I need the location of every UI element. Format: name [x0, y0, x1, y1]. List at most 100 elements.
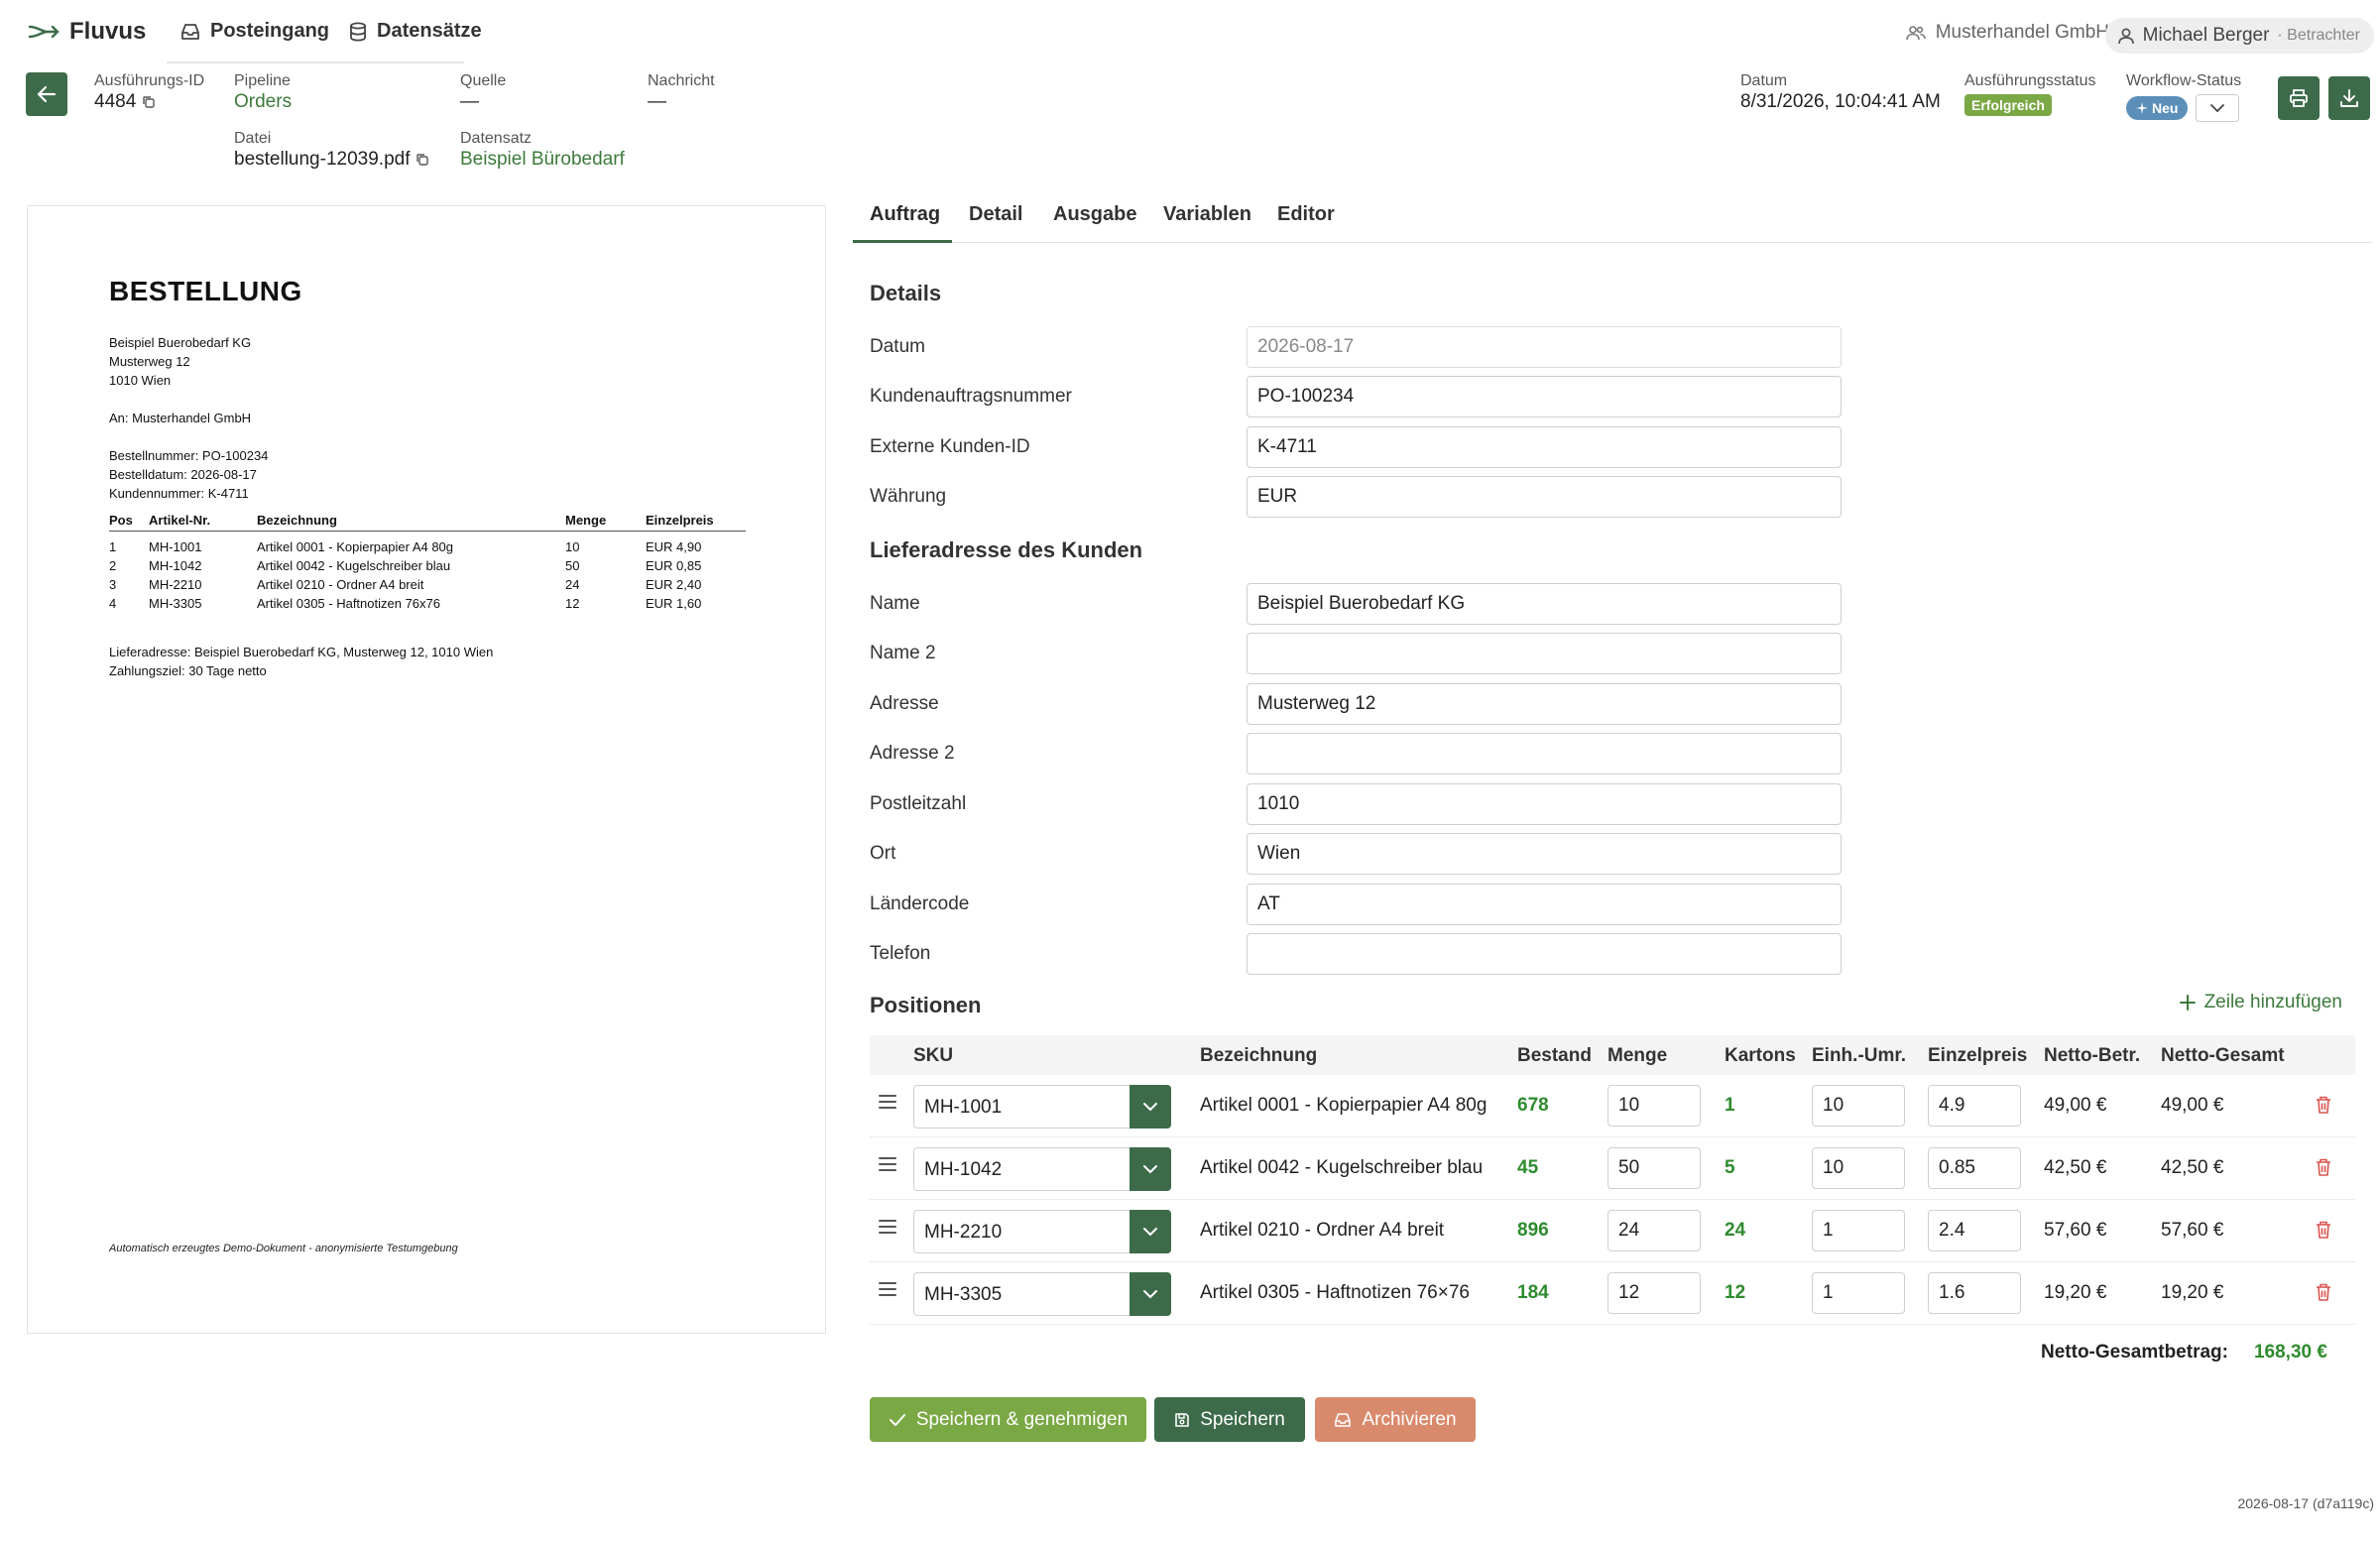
- trash-icon[interactable]: [2315, 1220, 2332, 1240]
- document-row: 1 MH-1001 Artikel 0001 - Kopierpapier A4 8…: [109, 539, 702, 554]
- arrow-left-icon: [37, 85, 57, 103]
- sku-select[interactable]: MH-1001: [913, 1085, 1171, 1129]
- name2-field[interactable]: [1247, 633, 1842, 674]
- date-field[interactable]: [1247, 326, 1842, 368]
- copy-icon[interactable]: [142, 95, 156, 109]
- archive-button[interactable]: Archivieren: [1315, 1397, 1476, 1442]
- trash-icon[interactable]: [2315, 1282, 2332, 1302]
- nav-datasets-label: Datensätze: [377, 20, 482, 42]
- unit-price-input[interactable]: [1928, 1210, 2021, 1251]
- dataset-link[interactable]: Beispiel Bürobedarf: [460, 148, 625, 172]
- document-col-header: Bezeichnung: [257, 509, 565, 532]
- nav-inbox[interactable]: Posteingang: [180, 20, 329, 43]
- company-switcher[interactable]: Musterhandel GmbH: [1905, 22, 2109, 44]
- field-row-currency: Währung: [870, 476, 1842, 518]
- drag-handle-icon[interactable]: [878, 1280, 897, 1298]
- tab-order[interactable]: Auftrag: [870, 203, 940, 226]
- sku-select[interactable]: MH-1042: [913, 1147, 1171, 1191]
- net-amount-cell: 42,50 €: [2044, 1157, 2107, 1178]
- name-field[interactable]: [1247, 583, 1842, 625]
- country-code-field[interactable]: [1247, 884, 1842, 925]
- sku-dropdown-button[interactable]: [1130, 1147, 1171, 1191]
- tab-output[interactable]: Ausgabe: [1053, 203, 1136, 226]
- document-title: BESTELLUNG: [109, 276, 302, 306]
- quantity-input[interactable]: [1607, 1147, 1701, 1189]
- save-label: Speichern: [1200, 1408, 1285, 1430]
- message-meta: Nachricht —: [648, 72, 715, 114]
- unit-conversion-input[interactable]: [1812, 1210, 1905, 1251]
- col-header-cartons: Kartons: [1725, 1045, 1796, 1066]
- address-field[interactable]: [1247, 683, 1842, 725]
- user-role: · Betrachter: [2277, 27, 2360, 44]
- trash-icon[interactable]: [2315, 1157, 2332, 1177]
- pipeline-link[interactable]: Orders: [234, 90, 292, 114]
- quantity-input[interactable]: [1607, 1210, 1701, 1251]
- chevron-down-icon: [1142, 1164, 1158, 1174]
- net-amount-cell: 19,20 €: [2044, 1282, 2107, 1303]
- currency-field[interactable]: [1247, 476, 1842, 518]
- unit-conversion-input[interactable]: [1812, 1085, 1905, 1127]
- field-label: Externe Kunden-ID: [870, 436, 1030, 457]
- workflow-status-dropdown[interactable]: [2196, 94, 2240, 122]
- unit-price-input[interactable]: [1928, 1085, 2021, 1127]
- stock-cell: 45: [1517, 1157, 1539, 1178]
- tab-editor[interactable]: Editor: [1277, 203, 1335, 226]
- back-button[interactable]: [26, 72, 67, 116]
- trash-icon[interactable]: [2315, 1095, 2332, 1115]
- customer-id-field[interactable]: [1247, 426, 1842, 468]
- nav-datasets[interactable]: Datensätze: [349, 20, 482, 43]
- cartons-cell: 24: [1725, 1220, 1746, 1241]
- field-label: Adresse: [870, 693, 939, 714]
- sku-dropdown-button[interactable]: [1130, 1085, 1171, 1129]
- quantity-input[interactable]: [1607, 1085, 1701, 1127]
- stock-cell: 678: [1517, 1095, 1549, 1116]
- active-tab-indicator: [853, 240, 952, 243]
- save-approve-button[interactable]: Speichern & genehmigen: [870, 1397, 1146, 1442]
- quantity-input[interactable]: [1607, 1272, 1701, 1314]
- sku-value: MH-3305: [924, 1284, 1003, 1305]
- unit-price-input[interactable]: [1928, 1272, 2021, 1314]
- document-preview[interactable]: BESTELLUNG Beispiel Buerobedarf KG Muste…: [27, 205, 826, 1334]
- unit-conversion-input[interactable]: [1812, 1147, 1905, 1189]
- date-meta: Datum 8/31/2026, 10:04:41 AM: [1740, 72, 1941, 114]
- add-row-button[interactable]: Zeile hinzufügen: [2179, 992, 2342, 1013]
- sparkle-icon: [2136, 102, 2148, 114]
- sku-select[interactable]: MH-2210: [913, 1210, 1171, 1253]
- download-button[interactable]: [2328, 76, 2370, 120]
- pipeline-meta: Pipeline Orders: [234, 72, 292, 114]
- user-menu[interactable]: Michael Berger · Betrachter: [2104, 18, 2374, 54]
- sku-select[interactable]: MH-3305: [913, 1272, 1171, 1316]
- city-field[interactable]: [1247, 833, 1842, 875]
- postal-code-field[interactable]: [1247, 783, 1842, 825]
- drag-handle-icon[interactable]: [878, 1093, 897, 1111]
- tab-variables[interactable]: Variablen: [1163, 203, 1251, 226]
- app-logo[interactable]: Fluvus: [28, 18, 146, 46]
- drag-handle-icon[interactable]: [878, 1218, 897, 1236]
- unit-price-input[interactable]: [1928, 1147, 2021, 1189]
- exec-status-label: Ausführungsstatus: [1964, 72, 2096, 89]
- tab-detail[interactable]: Detail: [969, 203, 1022, 226]
- field-label: Ländercode: [870, 893, 970, 914]
- chevron-down-icon: [1142, 1289, 1158, 1299]
- field-label: Adresse 2: [870, 743, 955, 764]
- source-meta: Quelle —: [460, 72, 506, 114]
- col-header-sku: SKU: [913, 1045, 954, 1066]
- net-total-cell: 57,60 €: [2161, 1220, 2224, 1241]
- drag-handle-icon[interactable]: [878, 1155, 897, 1173]
- printer-icon: [2289, 88, 2309, 108]
- archive-label: Archivieren: [1362, 1408, 1457, 1430]
- phone-field[interactable]: [1247, 933, 1842, 975]
- copy-icon[interactable]: [416, 153, 429, 167]
- sku-dropdown-button[interactable]: [1130, 1272, 1171, 1316]
- sku-dropdown-button[interactable]: [1130, 1210, 1171, 1253]
- document-footer: Automatisch erzeugtes Demo-Dokument - an…: [109, 1243, 458, 1254]
- print-button[interactable]: [2278, 76, 2320, 120]
- document-col-header: Artikel-Nr.: [149, 509, 257, 532]
- table-row: MH-1001 Artikel 0001 - Kopierpapier A4 8…: [870, 1075, 2355, 1137]
- unit-conversion-input[interactable]: [1812, 1272, 1905, 1314]
- address2-field[interactable]: [1247, 733, 1842, 774]
- chevron-down-icon: [2209, 103, 2225, 113]
- save-button[interactable]: Speichern: [1154, 1397, 1305, 1442]
- save-approve-label: Speichern & genehmigen: [915, 1408, 1129, 1430]
- order-number-field[interactable]: [1247, 376, 1842, 417]
